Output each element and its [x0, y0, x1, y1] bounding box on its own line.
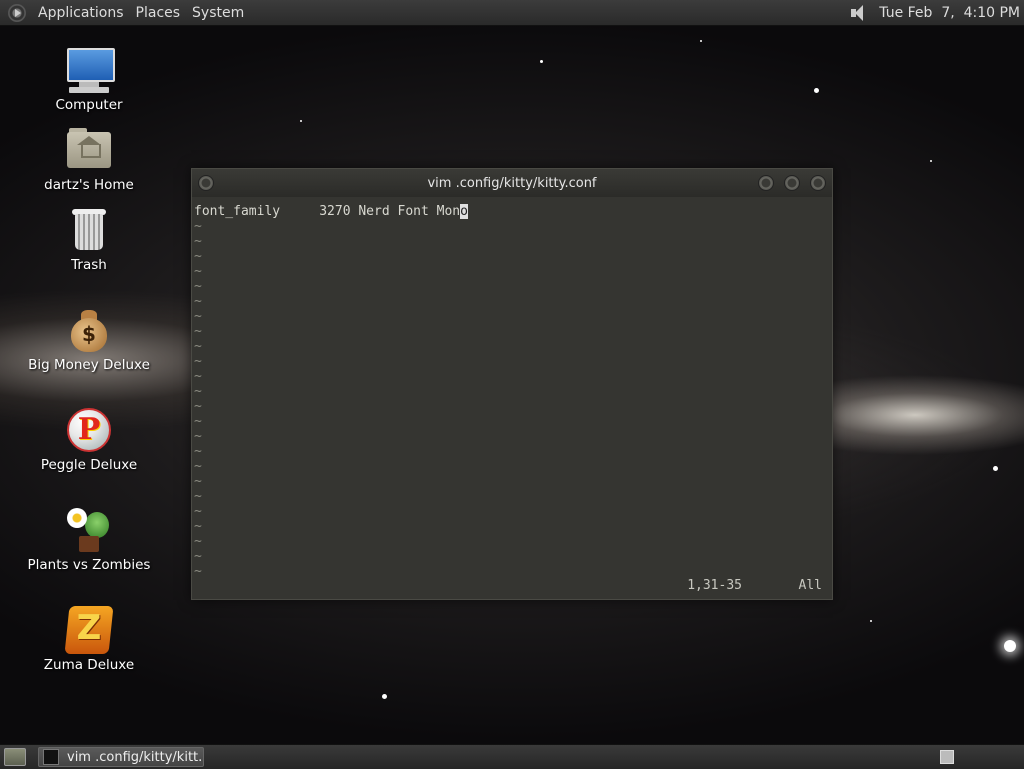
desktop-icon-label: Plants vs Zombies — [27, 557, 151, 573]
home-folder-icon — [65, 126, 113, 174]
desktop-icon-label: Big Money Deluxe — [28, 357, 150, 373]
status-cursor-position: 1,31-35 — [687, 578, 742, 593]
desktop-icon-peggle[interactable]: P Peggle Deluxe — [24, 406, 154, 473]
empty-line-tilde: ~ — [194, 264, 202, 279]
zuma-icon: Z — [64, 606, 114, 654]
empty-line-tilde: ~ — [194, 399, 202, 414]
computer-icon — [65, 46, 115, 94]
window-titlebar[interactable]: vim .config/kitty/kitty.conf — [192, 169, 832, 197]
terminal-content[interactable]: font_family 3270 Nerd Font Mono ~ ~ ~ ~ ~ ~ ~ ~… — [192, 197, 832, 599]
star — [993, 466, 998, 471]
desktop-icon-home[interactable]: dartz's Home — [24, 126, 154, 193]
star — [540, 60, 543, 63]
empty-line-tilde: ~ — [194, 294, 202, 309]
menu-places[interactable]: Places — [130, 5, 187, 21]
workspace-icon[interactable] — [940, 750, 954, 764]
terminal-icon — [43, 749, 59, 765]
empty-line-tilde: ~ — [194, 549, 202, 564]
bottom-panel: vim .config/kitty/kitt... — [0, 744, 1024, 769]
empty-line-tilde: ~ — [194, 414, 202, 429]
empty-line-tilde: ~ — [194, 384, 202, 399]
taskbar-window-button[interactable]: vim .config/kitty/kitt... — [38, 747, 204, 767]
status-scroll-indicator: All — [798, 578, 822, 593]
desktop-icon-zuma[interactable]: Z Zuma Deluxe — [24, 606, 154, 673]
maximize-button[interactable] — [784, 175, 800, 191]
empty-line-tilde: ~ — [194, 324, 202, 339]
empty-line-tilde: ~ — [194, 459, 202, 474]
buffer-line-1: font_family 3270 Nerd Font Mono — [194, 204, 468, 219]
clock[interactable]: Tue Feb 7, 4:10 PM — [879, 5, 1020, 21]
empty-line-tilde: ~ — [194, 429, 202, 444]
star — [1004, 640, 1016, 652]
close-button[interactable] — [810, 175, 826, 191]
empty-line-tilde: ~ — [194, 534, 202, 549]
star — [814, 88, 819, 93]
terminal-window[interactable]: vim .config/kitty/kitty.conf font_family… — [191, 168, 833, 600]
empty-line-tilde: ~ — [194, 354, 202, 369]
empty-line-tilde: ~ — [194, 504, 202, 519]
empty-line-tilde: ~ — [194, 519, 202, 534]
window-title: vim .config/kitty/kitty.conf — [427, 175, 597, 191]
plants-icon — [65, 506, 113, 554]
panel-right: Tue Feb 7, 4:10 PM — [849, 4, 1020, 22]
peggle-icon: P — [65, 406, 113, 454]
desktop-icon-label: Trash — [71, 257, 107, 273]
star — [870, 620, 872, 622]
menu-logo-icon[interactable] — [8, 3, 26, 22]
star — [382, 694, 387, 699]
window-menu-button[interactable] — [198, 175, 214, 191]
empty-line-tilde: ~ — [194, 249, 202, 264]
menu-applications[interactable]: Applications — [32, 5, 130, 21]
star — [700, 40, 702, 42]
desktop-icon-label: Peggle Deluxe — [40, 457, 138, 473]
star — [930, 160, 932, 162]
desktop-icon-trash[interactable]: Trash — [24, 206, 154, 273]
taskbar-window-label: vim .config/kitty/kitt... — [67, 749, 204, 765]
menu-system[interactable]: System — [186, 5, 250, 21]
minimize-button[interactable] — [758, 175, 774, 191]
show-desktop-icon[interactable] — [4, 748, 26, 766]
empty-line-tilde: ~ — [194, 219, 202, 234]
desktop-icon-label: dartz's Home — [44, 177, 134, 193]
empty-line-tilde: ~ — [194, 234, 202, 249]
empty-line-tilde: ~ — [194, 564, 202, 579]
desktop-icon-plants[interactable]: Plants vs Zombies — [24, 506, 154, 573]
buffer-line-text: font_family 3270 Nerd Font Mon — [194, 204, 461, 219]
trash-icon — [65, 206, 113, 254]
text-cursor: o — [460, 204, 468, 219]
star — [300, 120, 302, 122]
empty-line-tilde: ~ — [194, 369, 202, 384]
desktop-icon-computer[interactable]: Computer — [24, 46, 154, 113]
desktop-icon-big-money[interactable]: $ Big Money Deluxe — [24, 306, 154, 373]
money-bag-icon: $ — [65, 306, 113, 354]
speaker-icon[interactable] — [849, 4, 871, 22]
top-panel: Applications Places System Tue Feb 7, 4:… — [0, 0, 1024, 26]
empty-line-tilde: ~ — [194, 474, 202, 489]
desktop-icon-label: Computer — [55, 97, 123, 113]
empty-line-tilde: ~ — [194, 309, 202, 324]
empty-line-tilde: ~ — [194, 444, 202, 459]
empty-line-tilde: ~ — [194, 339, 202, 354]
empty-line-tilde: ~ — [194, 279, 202, 294]
desktop-icon-label: Zuma Deluxe — [43, 657, 135, 673]
empty-line-tilde: ~ — [194, 489, 202, 504]
